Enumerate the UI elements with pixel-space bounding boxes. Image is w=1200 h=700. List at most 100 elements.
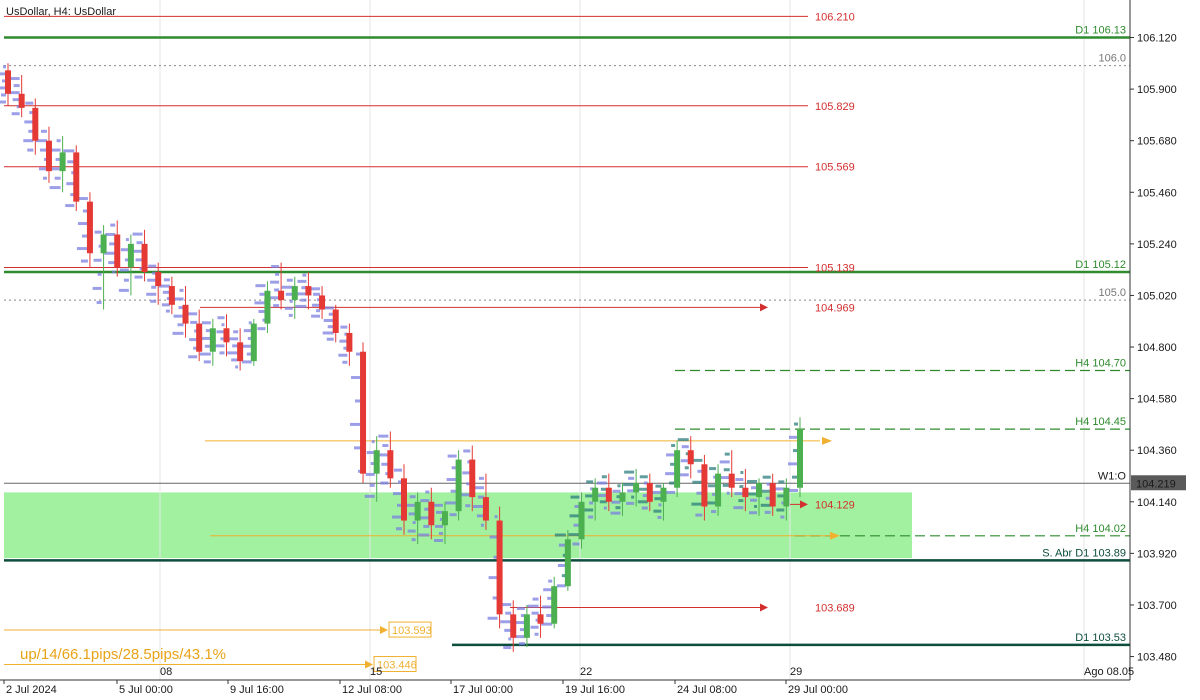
- bear-candle: [387, 450, 394, 479]
- profile-bar: [612, 489, 621, 493]
- profile-bar: [653, 509, 662, 513]
- y-tick-label: 104.580: [1137, 394, 1177, 406]
- profile-bar: [684, 466, 689, 470]
- profile-bar: [434, 524, 443, 528]
- profile-bar: [527, 604, 539, 608]
- bear-candle: [278, 290, 285, 301]
- profile-bar: [284, 306, 293, 310]
- bear-candle: [742, 487, 749, 498]
- level-label: 105.569: [815, 162, 855, 174]
- profile-bar: [269, 296, 280, 300]
- profile-bar: [505, 611, 512, 615]
- profile-bar: [516, 606, 525, 610]
- profile-bar: [257, 327, 266, 331]
- bull-candle: [715, 473, 722, 507]
- level-label: 104.969: [815, 302, 855, 314]
- profile-bar: [382, 444, 389, 448]
- profile-bar: [480, 523, 484, 527]
- profile-bar: [50, 167, 61, 171]
- profile-bar: [146, 292, 157, 296]
- profile-bar: [543, 588, 553, 592]
- bear-candle: [687, 450, 694, 465]
- level-label: D1 103.53: [1075, 632, 1126, 644]
- bull-candle: [578, 501, 585, 540]
- profile-bar: [364, 494, 375, 498]
- profile-bar: [558, 543, 566, 547]
- level-label: S. Abr D1 103.89: [1042, 547, 1126, 559]
- profile-bar: [658, 503, 662, 507]
- x-tick-label: 29 Jul 00:00: [788, 684, 848, 696]
- profile-bar: [63, 149, 75, 153]
- profile-bar: [503, 646, 512, 650]
- profile-bar: [200, 336, 211, 340]
- profile-bar: [435, 510, 443, 514]
- profile-bar: [462, 471, 471, 475]
- bear-candle: [196, 323, 203, 352]
- x-tick-label: 2 Jul 2024: [6, 684, 57, 696]
- profile-bar: [199, 352, 211, 356]
- profile-bar: [719, 460, 730, 464]
- bear-candle: [155, 272, 162, 287]
- price-chart[interactable]: 106.210 D1 106.13 106.0 105.829 105.569 105.1…: [0, 0, 1200, 700]
- profile-bar: [42, 176, 47, 180]
- profile-bar: [776, 508, 785, 512]
- profile-bar: [418, 533, 430, 537]
- bear-candle: [45, 140, 52, 172]
- profile-bar: [3, 65, 6, 69]
- profile-bar: [242, 344, 252, 348]
- bear-candle: [360, 351, 367, 474]
- profile-bar: [599, 500, 607, 504]
- bear-candle: [510, 614, 517, 638]
- bull-candle: [564, 539, 571, 587]
- profile-bar: [489, 535, 498, 539]
- profile-bar: [96, 300, 102, 304]
- profile-bar: [487, 616, 498, 620]
- level-label: H4 104.02: [1075, 523, 1126, 535]
- profile-bar: [679, 473, 689, 477]
- bull-candle: [264, 290, 271, 324]
- profile-bar: [666, 453, 676, 457]
- profile-bar: [12, 98, 20, 102]
- level-label: H4 104.45: [1075, 416, 1126, 428]
- level-label: 103.593: [392, 625, 432, 637]
- profile-bar: [588, 515, 594, 519]
- profile-bar: [639, 475, 648, 479]
- bear-candle: [332, 309, 339, 333]
- level-label: D1 106.13: [1075, 25, 1126, 37]
- profile-bar: [322, 331, 334, 335]
- profile-bar: [794, 422, 798, 426]
- profile-bar: [323, 318, 334, 322]
- profile-bar: [40, 129, 47, 133]
- bear-candle: [769, 483, 776, 507]
- profile-bar: [148, 264, 157, 268]
- x-tick-label: 9 Jul 16:00: [230, 684, 284, 696]
- profile-bar: [568, 533, 580, 537]
- bear-candle: [537, 614, 544, 624]
- profile-bar: [476, 514, 484, 518]
- profile-bar: [188, 355, 198, 359]
- profile-bar: [722, 483, 730, 487]
- profile-bar: [637, 500, 648, 504]
- profile-bar: [585, 494, 594, 498]
- profile-bar: [596, 481, 607, 485]
- chart-title: UsDollar, H4: UsDollar: [6, 6, 116, 18]
- profile-bar: [147, 278, 157, 282]
- profile-bar: [38, 167, 47, 171]
- bear-candle: [237, 342, 244, 362]
- profile-bar: [530, 625, 539, 629]
- bull-candle: [783, 487, 790, 507]
- period-marker-label: 15: [370, 666, 382, 678]
- profile-bar: [760, 503, 771, 507]
- profile-bar: [289, 299, 293, 303]
- profile-bar: [572, 542, 580, 546]
- profile-bar: [295, 304, 307, 308]
- profile-bar: [369, 483, 375, 487]
- period-marker-label: 29: [790, 666, 802, 678]
- bull-candle: [660, 487, 667, 502]
- profile-bar: [342, 360, 348, 364]
- profile-bar: [532, 597, 539, 601]
- profile-bar: [339, 339, 348, 343]
- profile-bar: [76, 247, 88, 251]
- profile-bar: [733, 506, 744, 510]
- bear-candle: [701, 464, 708, 507]
